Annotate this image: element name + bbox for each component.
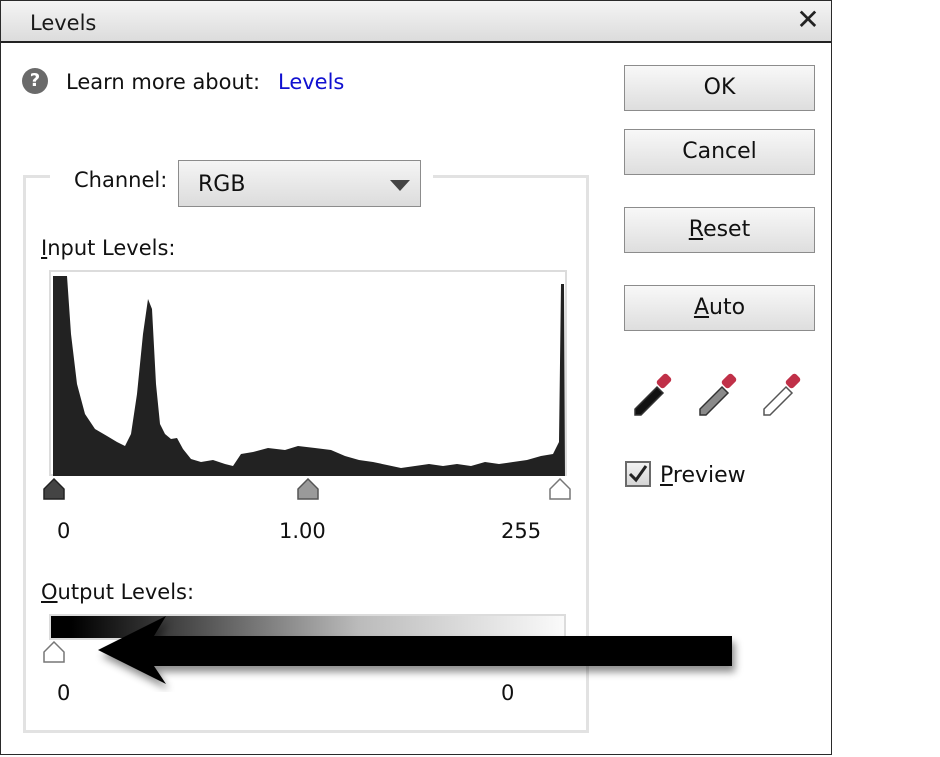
checkmark-icon [628,465,648,483]
channel-value: RGB [198,172,246,197]
dialog-title: Levels [30,11,97,35]
preview-label[interactable]: Preview [660,463,746,488]
white-eyedropper-icon[interactable] [761,372,807,418]
chevron-down-icon [390,180,410,191]
reset-mnemonic: R [688,217,704,242]
channel-dropdown[interactable]: RGB [178,160,421,207]
title-bar: Levels ✕ [1,1,831,43]
auto-label: uto [709,295,746,320]
auto-button[interactable]: Auto [624,285,815,331]
input-black-slider[interactable] [42,478,66,500]
preview-text: review [672,463,746,488]
histogram [49,270,567,476]
input-levels-label: Input Levels: [41,236,176,260]
reset-button[interactable]: Reset [624,207,815,253]
preview-mnemonic: P [660,463,673,488]
channel-label: Channel: [50,160,192,210]
question-icon[interactable]: ? [22,68,48,94]
histogram-graph [53,276,565,476]
black-eyedropper-icon[interactable] [632,372,678,418]
reset-label: eset [703,217,751,242]
input-white-value[interactable]: 255 [501,519,541,543]
learn-more-link[interactable]: Levels [278,70,344,94]
ok-button[interactable]: OK [624,65,815,111]
auto-mnemonic: A [693,295,710,320]
output-levels-text: utput Levels: [57,580,195,604]
cancel-button[interactable]: Cancel [624,129,815,175]
input-gamma-slider[interactable] [296,478,320,500]
input-black-value[interactable]: 0 [57,519,70,543]
histogram-area [53,276,565,476]
preview-checkbox[interactable] [625,461,651,487]
input-gamma-value[interactable]: 1.00 [279,519,326,543]
output-levels-label: Output Levels: [41,580,194,604]
gray-eyedropper-icon[interactable] [697,372,743,418]
output-slider[interactable] [42,641,66,663]
input-white-slider[interactable] [548,478,572,500]
learn-more-label: Learn more about: [66,70,261,94]
close-icon[interactable]: ✕ [793,5,823,35]
input-levels-text: nput Levels: [47,236,176,260]
output-levels-mnemonic: O [41,580,58,604]
callout-arrow-icon [98,616,732,684]
output-black-value[interactable]: 0 [57,681,70,705]
